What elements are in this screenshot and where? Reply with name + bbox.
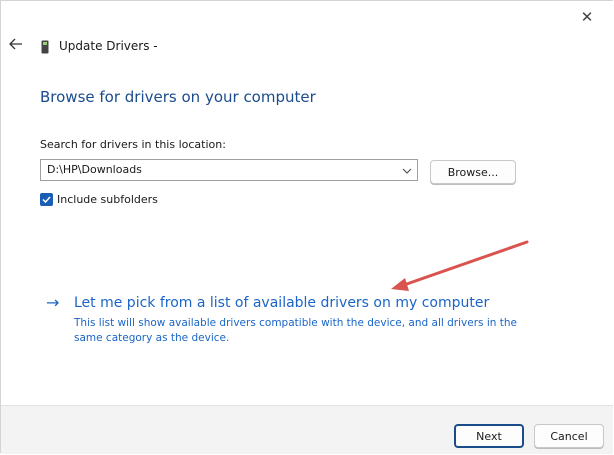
arrow-right-icon[interactable]: → — [46, 294, 59, 312]
footer-bar: Next Cancel — [1, 405, 613, 454]
next-button[interactable]: Next — [454, 424, 524, 448]
close-icon[interactable]: ✕ — [579, 8, 595, 26]
checkmark-icon — [42, 196, 51, 204]
path-combobox[interactable]: D:\HP\Downloads — [40, 159, 418, 181]
window-title: Update Drivers - — [59, 39, 158, 53]
search-location-label: Search for drivers in this location: — [40, 138, 226, 151]
back-arrow-icon[interactable] — [9, 37, 25, 53]
chevron-down-icon[interactable] — [402, 163, 412, 177]
include-subfolders-label[interactable]: Include subfolders — [57, 193, 158, 206]
browse-button[interactable]: Browse... — [430, 160, 516, 184]
include-subfolders-checkbox[interactable] — [40, 193, 53, 206]
path-value[interactable]: D:\HP\Downloads — [47, 163, 142, 176]
content-area: ✕ Update Drivers - Browse for drivers on… — [1, 1, 613, 405]
pick-from-list-description[interactable]: This list will show available drivers co… — [74, 316, 534, 346]
device-icon — [41, 39, 49, 54]
update-drivers-window: ✕ Update Drivers - Browse for drivers on… — [0, 0, 613, 454]
cancel-button[interactable]: Cancel — [534, 424, 604, 448]
pick-from-list-title[interactable]: Let me pick from a list of available dri… — [74, 294, 489, 312]
page-heading: Browse for drivers on your computer — [40, 88, 316, 106]
